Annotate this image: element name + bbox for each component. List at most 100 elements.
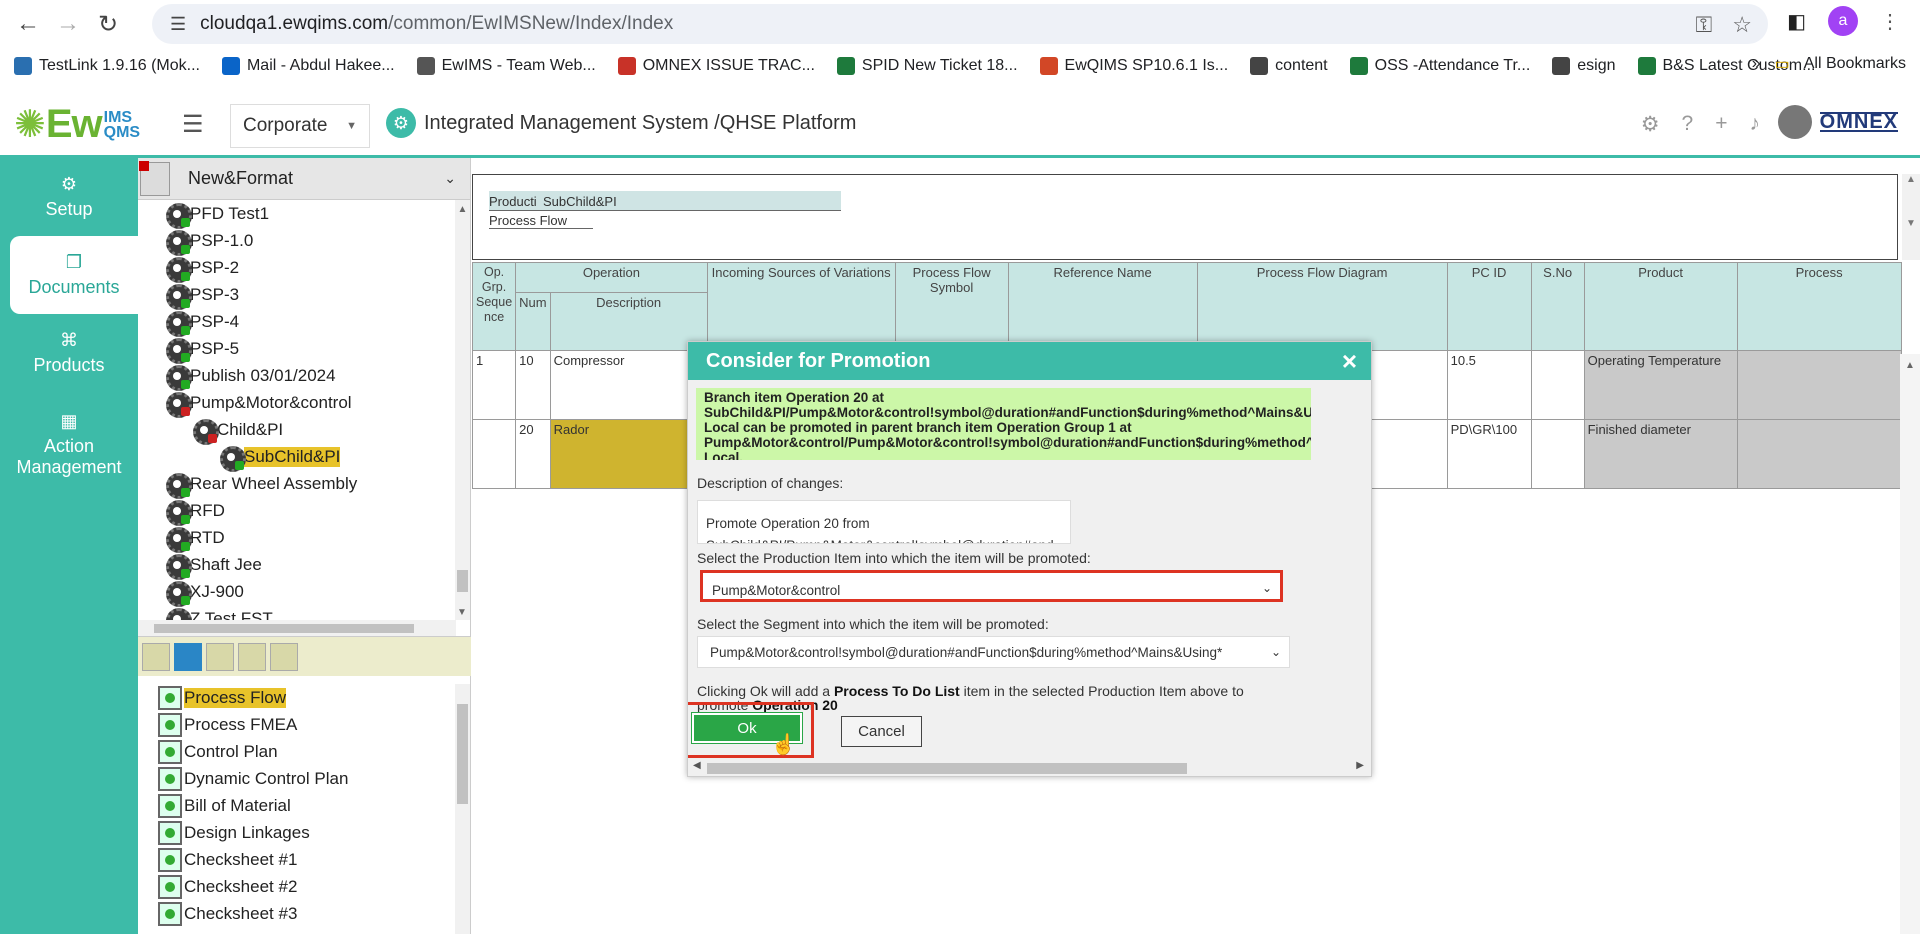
back-icon[interactable]: ← — [8, 4, 48, 44]
bookmark-item[interactable]: EwIMS - Team Web... — [416, 57, 596, 75]
bookmark-item[interactable]: esign — [1552, 57, 1616, 75]
nav-setup[interactable]: ⚙ Setup — [0, 158, 138, 236]
more-bookmarks-icon[interactable]: » — [1752, 55, 1761, 73]
tree-node[interactable]: RFD — [138, 497, 456, 526]
bookmark-label: EwIMS - Team Web... — [441, 57, 596, 74]
gear-node-icon — [164, 606, 192, 620]
hamburger-icon[interactable]: ☰ — [182, 110, 204, 139]
gear-node-icon — [164, 525, 192, 553]
breadcrumb-scrollbar[interactable]: ▲ ▼ — [1902, 174, 1920, 260]
side-panel-icon[interactable]: ◧ — [1787, 9, 1806, 34]
tree-panel: New&Format ⌄ PFD Test1 PSP-1.0 PSP-2 PSP-3 P… — [138, 158, 471, 934]
tree-header-label: New&Format — [188, 168, 294, 188]
add-icon[interactable]: + — [1715, 112, 1727, 137]
breadcrumb-item[interactable]: SubChild&PI — [543, 194, 617, 209]
menu-icon[interactable]: ⋮ — [1880, 9, 1900, 34]
ewqims-logo[interactable]: ✺ Ew IMS QMS — [14, 102, 140, 147]
production-item-select[interactable]: Pump&Motor&control ⌄ — [700, 570, 1283, 602]
tree-node[interactable]: RTD — [138, 524, 456, 553]
close-icon[interactable]: × — [1342, 346, 1357, 377]
document-item[interactable]: Checksheet #2 — [158, 873, 448, 900]
bookmark-item[interactable]: TestLink 1.9.16 (Mok... — [14, 57, 200, 75]
cell-desc[interactable]: Compressor — [549, 350, 708, 420]
cancel-button[interactable]: Cancel — [841, 716, 922, 747]
bookmark-item[interactable]: SPID New Ticket 18... — [836, 57, 1018, 75]
tree-node[interactable]: Rear Wheel Assembly — [138, 470, 456, 499]
tree-node[interactable]: PSP-5 — [138, 335, 456, 364]
tree-node[interactable]: PFD Test1 — [138, 200, 456, 229]
user-avatar[interactable] — [1778, 105, 1812, 139]
tree-hscrollbar[interactable] — [138, 620, 456, 636]
key-icon[interactable]: ⚿ — [1696, 12, 1713, 38]
tree-header[interactable]: New&Format ⌄ — [138, 158, 470, 200]
desc-label: Description of changes: — [697, 475, 844, 491]
help-icon[interactable]: ? — [1682, 112, 1694, 137]
gear-node-icon — [164, 228, 192, 256]
bookmark-favicon-icon — [1552, 57, 1571, 75]
reload-icon[interactable]: ↻ — [88, 4, 128, 44]
document-item[interactable]: Control Plan — [158, 738, 448, 765]
site-info-icon[interactable]: ☰ — [170, 14, 186, 35]
info-mid: item in the selected Production Item abo… — [959, 683, 1244, 699]
document-item[interactable]: Process FMEA — [158, 711, 448, 738]
note-line: SubChild&PI/Pump&Motor&control!symbol@du… — [704, 405, 1311, 420]
bookmark-item[interactable]: OMNEX ISSUE TRAC... — [617, 57, 815, 75]
segment-select[interactable]: Pump&Motor&control!symbol@duration#andFu… — [697, 636, 1290, 668]
tool-tree-icon[interactable] — [206, 642, 234, 671]
document-item[interactable]: Dynamic Control Plan — [158, 765, 448, 792]
bookmark-favicon-icon — [1349, 57, 1368, 75]
breadcrumb: Producti SubChild&PI Process Flow — [472, 174, 1898, 260]
chevron-down-icon[interactable]: ⌄ — [444, 170, 456, 187]
nav-products[interactable]: ⌘ Products — [0, 314, 138, 392]
document-item[interactable]: Checksheet #1 — [158, 846, 448, 873]
tool-edit-icon[interactable] — [142, 642, 170, 671]
breadcrumb-document[interactable]: Process Flow — [489, 211, 593, 229]
tree-node[interactable]: Shaft Jee — [138, 551, 456, 580]
tree-node[interactable]: XJ-900 — [138, 578, 456, 607]
bell-icon[interactable]: ♪ — [1750, 112, 1761, 137]
site-select[interactable]: Corporate ▼ — [230, 104, 370, 148]
tree-node[interactable]: Pump&Motor&control — [138, 389, 456, 418]
cell-desc[interactable]: Rador — [549, 419, 708, 489]
nav-documents[interactable]: ❐ Documents — [10, 236, 138, 314]
tree-node[interactable]: Publish 03/01/2024 — [138, 362, 456, 391]
description-textarea[interactable]: Promote Operation 20 from SubChild&PI/Pu… — [697, 500, 1071, 544]
star-icon[interactable]: ☆ — [1732, 12, 1752, 38]
bookmark-favicon-icon — [1637, 57, 1656, 75]
address-bar[interactable]: ☰ cloudqa1.ewqims.com/common/EwIMSNew/In… — [152, 4, 1768, 44]
bookmark-item[interactable]: content — [1250, 57, 1328, 75]
tree-node[interactable]: Z Test FST — [138, 605, 456, 620]
settings-icon[interactable]: ⚙ — [1641, 112, 1660, 137]
doc-scrollbar[interactable] — [455, 684, 470, 934]
forward-icon[interactable]: → — [48, 4, 88, 44]
tree-node[interactable]: SubChild&PI — [138, 443, 456, 472]
document-item[interactable]: Process Flow — [158, 684, 448, 711]
grid-scrollbar[interactable]: ▲ — [1900, 354, 1920, 934]
gear-node-icon — [164, 309, 192, 337]
tree-node[interactable]: PSP-1.0 — [138, 227, 456, 256]
tree-node-label: Shaft Jee — [190, 554, 262, 574]
document-item[interactable]: Bill of Material — [158, 792, 448, 819]
omnex-logo: OMNEX — [1819, 111, 1898, 133]
document-item[interactable]: Checksheet #3 — [158, 900, 448, 927]
all-bookmarks[interactable]: All Bookmarks — [1804, 55, 1906, 73]
bookmark-item[interactable]: OSS -Attendance Tr... — [1349, 57, 1530, 75]
tree-scrollbar[interactable]: ▲ ▼ — [455, 200, 470, 620]
tree-node-label: PSP-4 — [190, 311, 240, 331]
tree-node[interactable]: PSP-2 — [138, 254, 456, 283]
breadcrumb-production[interactable]: Producti — [489, 194, 543, 209]
profile-avatar[interactable]: a — [1828, 6, 1858, 36]
tree-node-label: RFD — [190, 500, 225, 520]
dialog-hscrollbar[interactable]: ◀ ▶ — [693, 760, 1368, 776]
nav-action-management[interactable]: ▦ Action Management — [0, 392, 138, 496]
tree-node[interactable]: Child&PI — [138, 416, 456, 445]
tool-process-icon[interactable] — [174, 642, 202, 671]
tree-node[interactable]: PSP-4 — [138, 308, 456, 337]
col-symbol: Process Flow Symbol — [894, 262, 1009, 351]
bookmark-item[interactable]: EwQIMS SP10.6.1 Is... — [1039, 57, 1228, 75]
document-item[interactable]: Design Linkages — [158, 819, 448, 846]
bookmark-item[interactable]: Mail - Abdul Hakee... — [221, 57, 395, 75]
tool-windows-icon[interactable] — [238, 642, 266, 671]
tool-grid-icon[interactable] — [270, 642, 298, 671]
tree-node[interactable]: PSP-3 — [138, 281, 456, 310]
